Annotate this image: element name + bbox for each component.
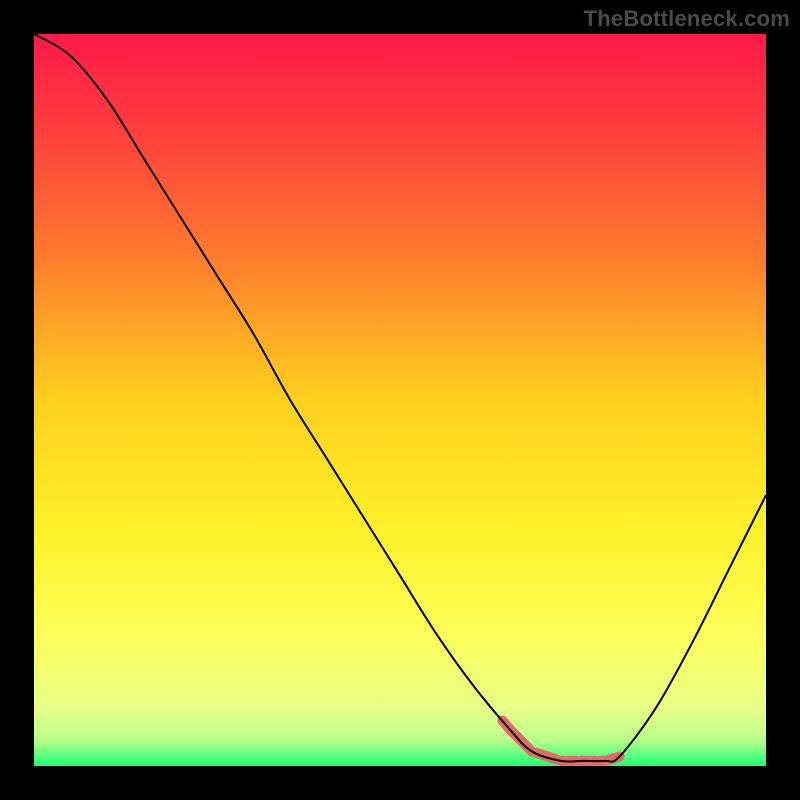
watermark-text: TheBottleneck.com <box>584 6 790 32</box>
chart-frame: TheBottleneck.com <box>0 0 800 800</box>
bottleneck-curve-chart <box>34 34 766 766</box>
chart-svg <box>34 34 766 766</box>
gradient-background <box>34 34 766 766</box>
